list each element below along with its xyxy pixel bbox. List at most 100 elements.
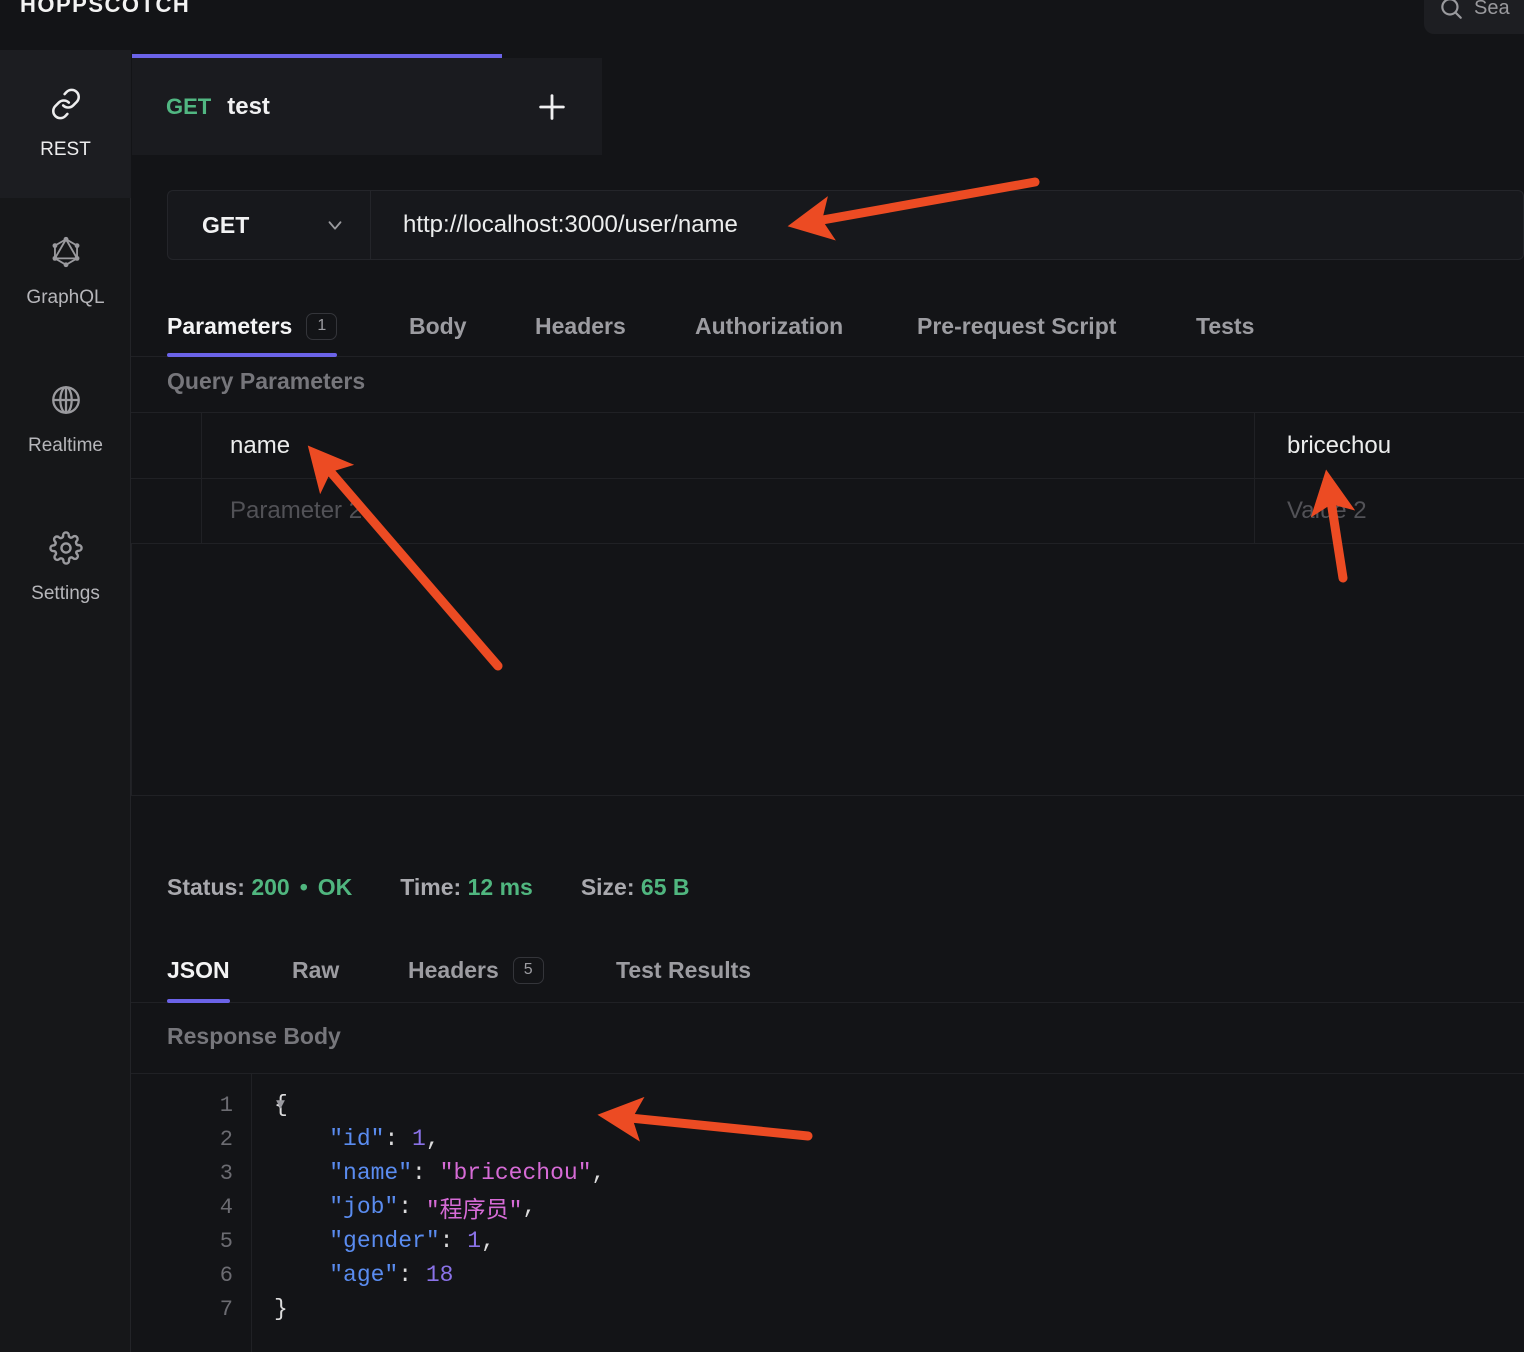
gear-icon xyxy=(48,531,83,565)
main-pane: GET test GET http://localhost:3000/user/… xyxy=(131,50,1524,1352)
json-value-gender: 1 xyxy=(467,1228,482,1254)
line-number-value: 1 xyxy=(219,1092,233,1118)
time-value: 12 ms xyxy=(467,874,533,900)
sidebar-item-label: GraphQL xyxy=(26,287,105,308)
param-value-input[interactable]: Value 2 xyxy=(1255,479,1524,543)
response-body-code: 1 ▼ 2 3 4 5 6 7 { "id": 1, "name": "bric… xyxy=(131,1073,1524,1352)
line-number: 6 xyxy=(219,1262,233,1288)
sidebar-item-graphql[interactable]: GraphQL xyxy=(0,198,131,346)
status-separator: • xyxy=(299,874,308,900)
globe-icon xyxy=(51,386,80,414)
url-input[interactable]: http://localhost:3000/user/name xyxy=(371,191,1523,259)
status-label: Status: xyxy=(167,874,245,900)
chevron-down-icon xyxy=(328,221,342,230)
active-tab-underline xyxy=(167,353,338,357)
tab-label: JSON xyxy=(167,957,230,983)
sidebar-item-rest[interactable]: REST xyxy=(0,50,131,198)
query-parameters-table: name bricechou Parameter 2 Value 2 xyxy=(131,412,1524,544)
tab-label: Test Results xyxy=(616,957,752,983)
tab-label: Headers xyxy=(535,313,626,339)
time-label: Time: xyxy=(400,874,462,900)
row-checkbox-cell[interactable] xyxy=(131,413,202,478)
tab-label: Raw xyxy=(292,957,340,983)
tab-label: Parameters xyxy=(167,313,293,339)
sidebar-item-label: REST xyxy=(40,139,91,160)
table-row: name bricechou xyxy=(131,412,1524,478)
link-icon xyxy=(51,88,80,120)
status-code: 200 xyxy=(251,874,290,900)
size-label: Size: xyxy=(580,874,635,900)
line-number: 1 ▼ xyxy=(131,1088,285,1122)
line-number: 2 xyxy=(219,1126,233,1152)
tab-parameters[interactable]: Parameters 1 xyxy=(167,296,338,357)
response-tabs: JSON Raw Headers 5 Test Results xyxy=(131,938,1524,1003)
tab-authorization[interactable]: Authorization xyxy=(695,296,843,357)
code-line: "job": "程序员", xyxy=(329,1194,537,1224)
status-text: OK xyxy=(317,874,353,900)
tab-label: Pre-request Script xyxy=(917,313,1117,339)
http-method-select[interactable]: GET xyxy=(168,191,371,259)
tab-label: Body xyxy=(409,313,467,339)
tab-label: Tests xyxy=(1196,313,1255,339)
code-line: } xyxy=(274,1296,288,1322)
tab-pre-request-script[interactable]: Pre-request Script xyxy=(917,296,1116,357)
json-value-id: 1 xyxy=(412,1126,426,1152)
json-value-job: 程序员 xyxy=(439,1198,509,1224)
query-parameters-title: Query Parameters xyxy=(167,368,366,394)
param-value-input[interactable]: bricechou xyxy=(1255,413,1524,478)
code-lines[interactable]: { "id": 1, "name": "bricechou", "job": "… xyxy=(252,1074,1524,1352)
request-tab-method: GET xyxy=(166,93,212,119)
tab-tests[interactable]: Tests xyxy=(1196,296,1254,357)
caret-down-icon[interactable]: ▼ xyxy=(276,1097,285,1114)
line-number: 7 xyxy=(219,1296,233,1322)
sidebar-item-label: Realtime xyxy=(28,435,103,456)
tab-headers[interactable]: Headers xyxy=(535,296,626,357)
tab-label: Headers xyxy=(408,957,499,983)
search-box[interactable]: Sea xyxy=(1424,0,1524,34)
request-tab-strip: GET test xyxy=(131,50,1524,155)
row-checkbox-cell[interactable] xyxy=(131,479,202,543)
param-key-input[interactable]: name xyxy=(202,413,1255,478)
tab-count-badge: 1 xyxy=(306,313,338,340)
code-line: { xyxy=(274,1092,288,1118)
url-bar: GET http://localhost:3000/user/name xyxy=(167,190,1524,260)
line-number: 5 xyxy=(219,1228,233,1254)
line-number: 4 xyxy=(219,1194,233,1220)
json-value-age: 18 xyxy=(425,1262,454,1288)
tab-body[interactable]: Body xyxy=(409,296,467,357)
search-icon xyxy=(1441,0,1462,19)
sidebar-item-settings[interactable]: Settings xyxy=(0,494,131,642)
tab-response-headers[interactable]: Headers 5 xyxy=(408,938,544,1003)
top-bar: HOPPSCOTCH Sea xyxy=(0,0,1524,50)
table-row: Parameter 2 Value 2 xyxy=(131,478,1524,544)
request-tab-test[interactable]: GET test xyxy=(132,54,502,155)
new-tab-button[interactable] xyxy=(502,58,602,155)
hoppscotch-app: HOPPSCOTCH Sea REST GraphQL Realtime Set… xyxy=(0,0,1524,1352)
line-number: 3 xyxy=(219,1160,233,1186)
json-value-name: bricechou xyxy=(453,1160,578,1186)
request-tab-name: test xyxy=(227,92,270,120)
sidebar-item-realtime[interactable]: Realtime xyxy=(0,346,131,494)
response-body-title: Response Body xyxy=(167,1023,341,1049)
response-status-line: Status: 200 • OK Time: 12 ms Size: 65 B xyxy=(167,874,690,901)
sidebar-item-label: Settings xyxy=(31,583,100,604)
code-line: "age": 18 xyxy=(329,1262,454,1288)
plus-icon xyxy=(539,93,565,120)
tab-count-badge: 5 xyxy=(512,957,544,984)
graphql-icon xyxy=(52,236,79,268)
line-number-gutter: 1 ▼ 2 3 4 5 6 7 xyxy=(131,1074,285,1352)
param-key-input[interactable]: Parameter 2 xyxy=(202,479,1255,543)
size-value: 65 B xyxy=(640,874,690,900)
tab-raw[interactable]: Raw xyxy=(292,938,339,1003)
empty-area-gutter-divider xyxy=(131,544,132,796)
app-brand-title: HOPPSCOTCH xyxy=(20,0,191,17)
code-line: "name": "bricechou", xyxy=(329,1160,606,1186)
sidebar: REST GraphQL Realtime Settings xyxy=(0,50,131,1352)
active-tab-underline xyxy=(167,999,230,1003)
code-line: "gender": 1, xyxy=(329,1228,495,1254)
tab-json[interactable]: JSON xyxy=(167,938,230,1003)
tab-test-results[interactable]: Test Results xyxy=(616,938,751,1003)
code-line: "id": 1, xyxy=(329,1126,440,1152)
parameters-empty-area xyxy=(131,544,1524,796)
search-input[interactable]: Sea xyxy=(1474,0,1510,20)
